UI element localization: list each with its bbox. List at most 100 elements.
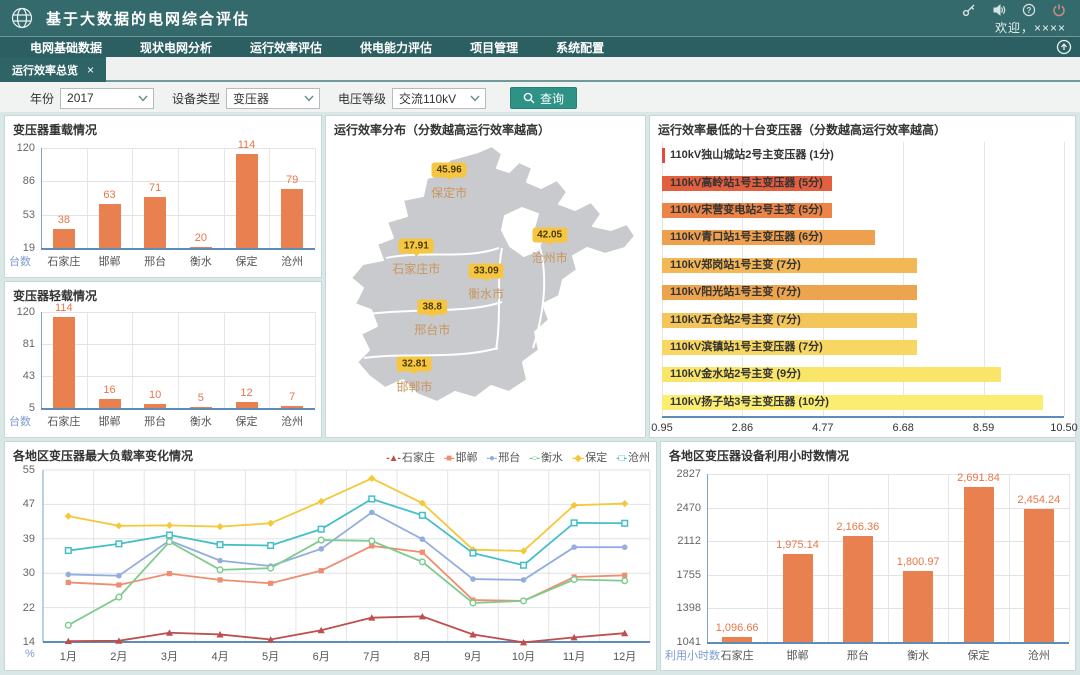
search-button[interactable]: 查询 [510, 87, 577, 109]
nav-item-supply-capability[interactable]: 供电能力评估 [360, 39, 432, 56]
row-label: 110kV独山城站2号主变压器 (1分) [670, 148, 834, 163]
axis-name-label: 台数 [9, 253, 31, 269]
legend-item[interactable]: -■-邯郸 [444, 448, 478, 466]
panel-transformer-lightload: 变压器轻载情况 54381120114石家庄16邯郸10邢台5衡水12保定7沧州… [4, 281, 322, 438]
year-select[interactable]: 2017 [60, 88, 154, 109]
svg-text:?: ? [1027, 6, 1032, 15]
y-tick-label: 86 [5, 175, 35, 187]
power-icon[interactable] [1052, 3, 1066, 17]
nav-item-grid-base-data[interactable]: 电网基础数据 [30, 39, 102, 56]
tab-close-icon[interactable]: × [87, 63, 94, 77]
gridline [828, 474, 829, 642]
header-right: ? 欢迎，×××× [962, 1, 1080, 36]
legend-item[interactable]: -○-衡水 [529, 448, 563, 466]
bar-value-label: 79 [257, 174, 327, 186]
key-icon[interactable] [962, 3, 976, 17]
row-label: 110kV金水站2号主变 (9分) [670, 367, 801, 382]
series-marker [167, 539, 173, 545]
series-marker [65, 572, 71, 578]
panel-usage-hours: 各地区变压器设备利用小时数情况 104113981755211224702827… [660, 441, 1076, 671]
row-bar [662, 148, 665, 163]
gridline [269, 148, 270, 248]
nav-item-system-config[interactable]: 系统配置 [556, 39, 604, 56]
bar-value-label: 114 [212, 139, 282, 151]
series-marker [622, 544, 628, 550]
map-city-label: 衡水市 [468, 285, 504, 302]
year-select-value: 2017 [67, 91, 94, 105]
map-pin: 38.8 [417, 299, 446, 314]
load-rate-line-chart: 1422303947551月2月3月4月5月6月7月8月9月10月11月12月% [5, 442, 656, 670]
series-marker [621, 500, 628, 507]
y-axis-line [707, 474, 708, 642]
panel-worst-ten-transformers: 运行效率最低的十台变压器（分数越高运行效率越高） 0.952.864.776.6… [649, 115, 1076, 438]
speaker-icon[interactable] [992, 3, 1006, 17]
panel-title: 变压器轻载情况 [13, 287, 97, 304]
x-category-label: 沧州 [257, 253, 327, 269]
row-label: 110kV青口站1号主变压器 (6分) [670, 230, 823, 245]
bar-value-label: 38 [29, 214, 99, 226]
x-tick-label: 6.68 [881, 422, 925, 434]
series-marker [571, 520, 577, 526]
series-marker [167, 532, 173, 538]
bar [281, 406, 303, 408]
chevron-down-icon [304, 95, 314, 102]
series-marker [216, 523, 223, 530]
panel-title: 变压器重载情况 [13, 121, 97, 138]
series-marker [268, 543, 274, 549]
series-marker [116, 582, 121, 587]
voltage-level-select[interactable]: 交流110kV [392, 88, 486, 109]
bar [144, 404, 166, 408]
header-icons: ? [962, 3, 1066, 17]
collapse-up-icon[interactable] [1056, 39, 1072, 55]
x-axis-line [41, 248, 315, 250]
panel-title: 各地区变压器最大负载率变化情况 [13, 447, 193, 464]
map-pin: 17.91 [399, 239, 434, 254]
series-marker [470, 600, 476, 606]
legend-item[interactable]: -▲-石家庄 [386, 448, 435, 466]
bar-value-label: 1,096.66 [702, 622, 772, 634]
legend-label: 沧州 [628, 452, 650, 464]
app-logo-icon [10, 6, 34, 30]
y-tick-label: 2827 [661, 468, 701, 480]
bar-value-label: 2,166.36 [823, 521, 893, 533]
bar-value-label: 2,691.84 [944, 472, 1014, 484]
voltage-level-label: 电压等级 [338, 90, 386, 107]
tab-operation-efficiency-overview[interactable]: 运行效率总览 × [0, 57, 106, 82]
welcome-text: 欢迎，×××× [995, 19, 1066, 36]
x-tick-label: 0.95 [640, 422, 684, 434]
series-marker [369, 510, 375, 516]
y-tick-label: 2470 [661, 502, 701, 514]
nav-item-project-management[interactable]: 项目管理 [470, 39, 518, 56]
map-pin: 33.09 [469, 264, 504, 279]
year-label: 年份 [30, 90, 54, 107]
map-city-label: 石家庄市 [392, 260, 440, 277]
series-marker [217, 577, 222, 582]
panel-max-load-rate: 各地区变压器最大负载率变化情况 -▲-石家庄 -■-邯郸 -●-邢台 -○-衡水… [4, 441, 657, 671]
series-marker [217, 558, 223, 564]
bar-value-label: 71 [120, 182, 190, 194]
y-tick-label: 120 [5, 142, 35, 154]
map-city-label: 邢台市 [414, 321, 450, 338]
series-marker [268, 581, 273, 586]
series-marker [521, 577, 527, 583]
legend-label: 邯郸 [456, 452, 478, 464]
app-window: 基于大数据的电网综合评估 [0, 0, 1080, 675]
series-marker [571, 544, 577, 550]
series-marker [116, 594, 122, 600]
series-marker [521, 598, 527, 604]
nav-item-current-grid-analysis[interactable]: 现状电网分析 [140, 39, 212, 56]
legend-marker-icon: -■- [444, 453, 454, 464]
chart-legend: -▲-石家庄 -■-邯郸 -●-邢台 -○-衡水 -◆-保定 -□-沧州 [386, 448, 650, 466]
y-tick-label: 43 [5, 370, 35, 382]
help-icon[interactable]: ? [1022, 3, 1036, 17]
legend-item[interactable]: -●-邢台 [487, 448, 521, 466]
bar [236, 154, 258, 248]
bar [1024, 509, 1054, 642]
legend-marker-icon: -○- [529, 453, 539, 464]
legend-item[interactable]: -□-沧州 [616, 448, 650, 466]
device-type-select[interactable]: 变压器 [226, 88, 320, 109]
panel-title: 各地区变压器设备利用小时数情况 [669, 447, 849, 464]
nav-item-operation-efficiency[interactable]: 运行效率评估 [250, 39, 322, 56]
legend-item[interactable]: -◆-保定 [572, 448, 607, 466]
bar [99, 399, 121, 408]
